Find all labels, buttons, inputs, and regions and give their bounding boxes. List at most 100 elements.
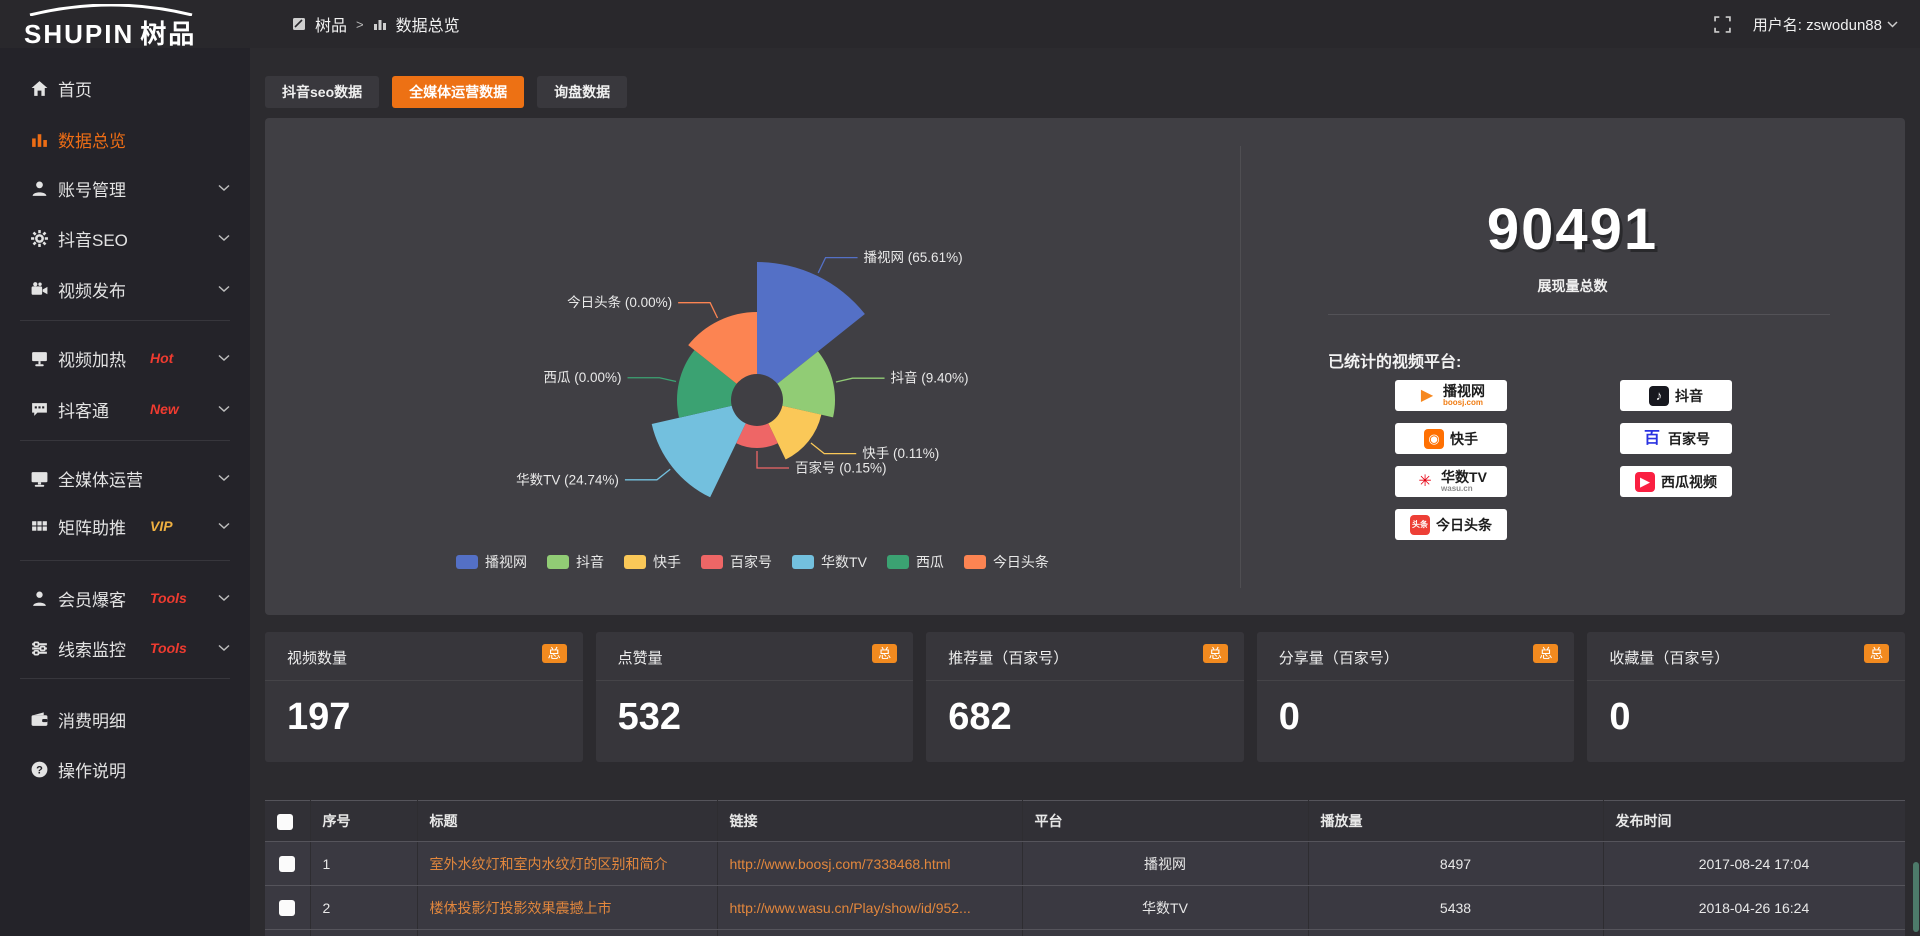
kuaishou-logo-icon: ◉ [1424, 429, 1444, 449]
dashboard-root: SHUPIN树品 树品 > 数据总览 用户名: zswodun88 首页 [0, 0, 1920, 936]
platform-share-pie-chart: 播视网 (65.61%)抖音 (9.40%)快手 (0.11%)百家号 (0.1… [265, 118, 1240, 615]
sidebar-item-video-publish[interactable]: 视频发布 [0, 274, 250, 304]
user-menu[interactable]: 用户名: zswodun88 [1753, 14, 1898, 35]
legend-swatch [547, 555, 569, 569]
chevron-down-icon [218, 522, 230, 530]
tab-omnimedia-data[interactable]: 全媒体运营数据 [392, 76, 524, 108]
breadcrumb-current: 数据总览 [396, 12, 460, 36]
legend-item[interactable]: 今日头条 [964, 552, 1049, 572]
legend-item[interactable]: 快手 [624, 552, 681, 572]
tools-badge: Tools [150, 640, 187, 656]
stat-card-video-count: 视频数量 总 197 [265, 632, 583, 762]
overview-panel: 播视网 (65.61%)抖音 (9.40%)快手 (0.11%)百家号 (0.1… [265, 118, 1905, 615]
pie-slice[interactable] [768, 406, 821, 460]
tab-douyin-seo-data[interactable]: 抖音seo数据 [265, 76, 379, 108]
platforms-grid: ▶ 播视网boosj.com ♪ 抖音 ◉ 快手 百 百家号 ✳ 华数TVw [1395, 380, 1815, 540]
sidebar-item-matrix-boost[interactable]: 矩阵助推 VIP [0, 511, 250, 541]
person-icon [30, 589, 49, 608]
platform-badge-boosj: ▶ 播视网boosj.com [1395, 380, 1507, 411]
pie-legend: 播视网 抖音 快手 百家号 华数TV 西瓜 今日头条 [265, 552, 1240, 572]
toutiao-logo-icon: 头条 [1410, 515, 1430, 535]
pie-label: 抖音 (9.40%) [891, 370, 969, 386]
bar-chart-icon [30, 130, 49, 149]
chevron-down-icon [1887, 21, 1898, 28]
sidebar-item-omnimedia[interactable]: 全媒体运营 [0, 463, 250, 493]
stat-value: 0 [1279, 696, 1300, 739]
sidebar-item-data-overview[interactable]: 数据总览 [0, 124, 250, 154]
legend-item[interactable]: 播视网 [456, 552, 527, 572]
total-badge: 总 [1864, 644, 1889, 663]
baijiahao-logo-icon: 百 [1642, 429, 1662, 449]
table-header-row: 序号 标题 链接 平台 播放量 发布时间 [265, 801, 1905, 842]
fullscreen-icon[interactable] [1714, 16, 1731, 33]
sidebar-divider [20, 560, 230, 561]
sidebar-item-doketong[interactable]: 抖客通 New [0, 394, 250, 424]
stat-value: 682 [948, 696, 1011, 739]
wasu-logo-icon: ✳ [1415, 472, 1435, 492]
sidebar-item-help[interactable]: ? 操作说明 [0, 754, 250, 784]
row-plays: 8497 [1308, 842, 1603, 886]
row-checkbox[interactable] [279, 856, 295, 872]
chevron-down-icon [218, 644, 230, 652]
pie-label: 今日头条 (0.00%) [567, 294, 672, 310]
row-title-link[interactable]: 楼体投影灯投影效果震撼上市 [417, 886, 717, 930]
video-table: 序号 标题 链接 平台 播放量 发布时间 1 室外水纹灯和室内水纹灯的区别和简介… [265, 800, 1905, 936]
sidebar-item-douyin-seo[interactable]: 抖音SEO [0, 223, 250, 253]
legend-item[interactable]: 抖音 [547, 552, 604, 572]
tab-inquiry-data[interactable]: 询盘数据 [537, 76, 627, 108]
row-checkbox[interactable] [279, 900, 295, 916]
sidebar-item-spend-detail[interactable]: 消费明细 [0, 704, 250, 734]
row-plays: 5438 [1308, 886, 1603, 930]
stat-card-recommends: 推荐量（百家号） 总 682 [926, 632, 1244, 762]
breadcrumb-separator: > [356, 17, 364, 32]
platform-badge-baijiahao: 百 百家号 [1620, 423, 1732, 454]
legend-item[interactable]: 西瓜 [887, 552, 944, 572]
legend-swatch [624, 555, 646, 569]
chevron-down-icon [218, 405, 230, 413]
stat-card-likes: 点赞量 总 532 [596, 632, 914, 762]
sidebar-item-account[interactable]: 账号管理 [0, 173, 250, 203]
comment-icon [30, 400, 49, 419]
breadcrumb-root[interactable]: 树品 [315, 12, 347, 36]
scrollbar-thumb[interactable] [1913, 862, 1919, 932]
sidebar-item-member-burst[interactable]: 会员爆客 Tools [0, 583, 250, 613]
platform-badge-douyin: ♪ 抖音 [1620, 380, 1732, 411]
row-title-link[interactable]: 室外水纹灯和室内水纹灯的区别和简介 [417, 842, 717, 886]
row-seq: 1 [310, 842, 417, 886]
platform-badge-wasu: ✳ 华数TVwasu.cn [1395, 466, 1507, 497]
new-badge: New [150, 401, 179, 417]
chevron-down-icon [218, 474, 230, 482]
row-platform: 华数TV [1022, 886, 1308, 930]
legend-swatch [792, 555, 814, 569]
row-time: 2018-04-26 16:24 [1603, 886, 1905, 930]
pie-label: 播视网 (65.61%) [864, 250, 963, 265]
sidebar-item-video-heat[interactable]: 视频加热 Hot [0, 343, 250, 373]
logo-text: SHUPIN [24, 19, 134, 49]
pie-slice[interactable] [652, 406, 746, 498]
total-impressions-value: 90491 [1240, 196, 1905, 263]
sidebar-item-lead-monitor[interactable]: 线索监控 Tools [0, 633, 250, 663]
sidebar-item-home[interactable]: 首页 [0, 73, 250, 103]
legend-swatch [701, 555, 723, 569]
pie-label-line [811, 443, 856, 454]
platform-badge-xigua: ▶ 西瓜视频 [1620, 466, 1732, 497]
row-url-link[interactable]: http://www.boosj.com/7338468.html [717, 842, 1022, 886]
table-row: 2 楼体投影灯投影效果震撼上市 http://www.wasu.cn/Play/… [265, 886, 1905, 930]
pie-label-line [678, 303, 717, 318]
legend-item[interactable]: 百家号 [701, 552, 772, 572]
total-badge: 总 [1533, 644, 1558, 663]
legend-item[interactable]: 华数TV [792, 552, 867, 572]
row-platform: 播视网 [1022, 842, 1308, 886]
wallet-icon [30, 710, 49, 729]
pie-label: 百家号 (0.15%) [795, 460, 887, 476]
table-row-partial [265, 930, 1905, 936]
douyin-logo-icon: ♪ [1649, 386, 1669, 406]
select-all-checkbox[interactable] [277, 814, 293, 830]
site-icon [292, 17, 306, 31]
stat-value: 197 [287, 696, 350, 739]
home-icon [30, 79, 49, 98]
row-url-link[interactable]: http://www.wasu.cn/Play/show/id/952... [717, 886, 1022, 930]
legend-swatch [456, 555, 478, 569]
video-camera-icon [30, 280, 49, 299]
chevron-down-icon [218, 234, 230, 242]
